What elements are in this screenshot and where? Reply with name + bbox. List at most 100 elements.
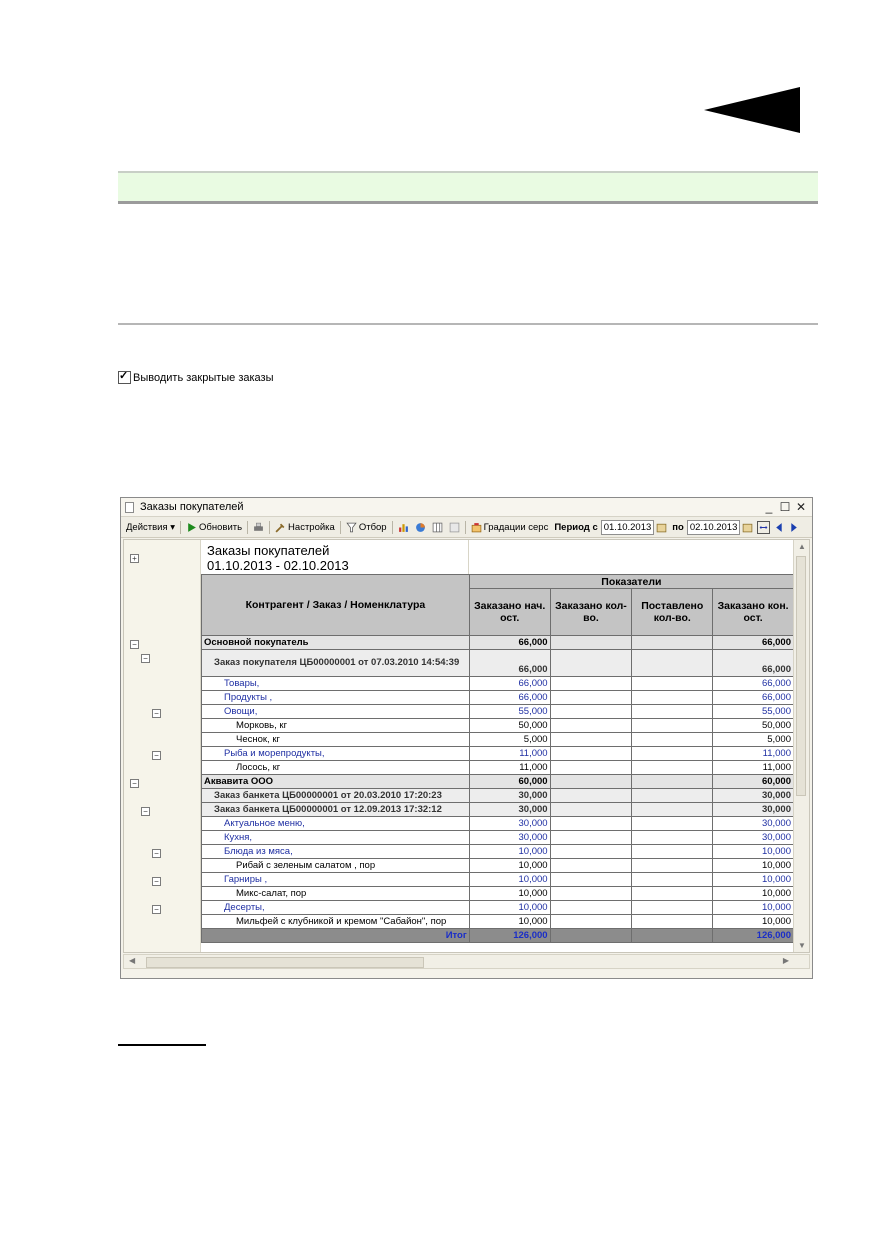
cell-value — [631, 914, 714, 929]
prev-period-icon[interactable] — [774, 522, 785, 533]
close-button[interactable]: ✕ — [794, 500, 808, 514]
filter-button[interactable]: Отбор — [343, 522, 390, 533]
cell-value: 11,000 — [712, 746, 794, 761]
cell-value — [549, 746, 633, 761]
expand-all-icon[interactable]: + — [130, 554, 139, 563]
refresh-button[interactable]: Обновить — [183, 522, 245, 533]
report-period: 01.10.2013 - 02.10.2013 — [207, 558, 349, 573]
collapse-group-icon[interactable]: − — [152, 904, 161, 914]
maximize-button[interactable]: ☐ — [778, 500, 792, 514]
scroll-down-icon[interactable]: ▼ — [798, 941, 806, 950]
row-label: Аквавита ООО — [201, 774, 470, 789]
collapse-group-icon[interactable]: − — [130, 778, 139, 788]
cell-value: 10,000 — [468, 900, 551, 915]
calendar-icon[interactable] — [742, 522, 753, 533]
cell-value: 66,000 — [712, 649, 794, 677]
column-header: Заказано кол-во. — [549, 588, 633, 636]
cell-value: 11,000 — [712, 760, 794, 775]
table-row[interactable]: Продукты , 66,000 66,000 — [201, 690, 794, 705]
toolbar: Действия ▾ Обновить Настройка Отбор Град… — [121, 517, 812, 538]
table-row[interactable]: Кухня, 30,000 30,000 — [201, 830, 794, 845]
cell-value — [549, 830, 633, 845]
toolbar-separator — [180, 520, 182, 534]
cell-value: 10,000 — [468, 872, 551, 887]
print-button[interactable] — [250, 522, 267, 533]
table-row[interactable]: Морковь, кг 50,000 50,000 — [201, 718, 794, 733]
row-label: Товары, — [201, 676, 470, 691]
vertical-scrollbar[interactable]: ▲ ▼ — [793, 540, 809, 952]
back-arrow-icon[interactable] — [704, 87, 800, 133]
collapse-group-icon[interactable]: − — [152, 750, 161, 760]
column-header: Заказано нач. ост. — [468, 588, 551, 636]
cell-value: 10,000 — [712, 914, 794, 929]
closed-orders-checkbox[interactable] — [118, 369, 131, 384]
cell-value: 10,000 — [468, 914, 551, 929]
report-sheet: Заказы покупателей 01.10.2013 - 02.10.20… — [201, 540, 795, 943]
table-row[interactable]: Микс-салат, пор 10,000 10,000 — [201, 886, 794, 901]
scroll-up-icon[interactable]: ▲ — [798, 542, 806, 551]
period-select-icon[interactable] — [757, 520, 771, 534]
collapse-group-icon[interactable]: − — [152, 848, 161, 858]
collapse-group-icon[interactable]: − — [152, 876, 161, 886]
row-label: Рибай с зеленым салатом , пор — [201, 858, 470, 873]
columns-button[interactable] — [429, 522, 446, 533]
cell-value — [549, 788, 633, 803]
table-row[interactable]: Актуальное меню, 30,000 30,000 — [201, 816, 794, 831]
table-row[interactable]: Чеснок, кг 5,000 5,000 — [201, 732, 794, 747]
cell-value: 10,000 — [712, 844, 794, 859]
table-row[interactable]: Заказ банкета ЦБ00000001 от 20.03.2010 1… — [201, 788, 794, 803]
cell-value — [631, 886, 714, 901]
grouping-tree: + − − − − − − − − − — [124, 540, 201, 952]
table-row[interactable]: Овощи, 55,000 55,000 — [201, 704, 794, 719]
panel-button[interactable] — [446, 522, 463, 533]
table-row[interactable]: Рыба и морепродукты, 11,000 11,000 — [201, 746, 794, 761]
cell-value: 66,000 — [468, 635, 551, 650]
cell-value — [549, 802, 633, 817]
collapse-group-icon[interactable]: − — [130, 639, 139, 649]
period-from-label: Период с — [551, 522, 600, 533]
calendar-icon[interactable] — [656, 522, 667, 533]
cell-value: 11,000 — [468, 746, 551, 761]
table-row[interactable]: Заказ покупателя ЦБ00000001 от 07.03.201… — [201, 649, 794, 677]
next-period-icon[interactable] — [788, 522, 799, 533]
vertical-scroll-thumb[interactable] — [796, 556, 806, 796]
table-row[interactable]: Рибай с зеленым салатом , пор 10,000 10,00… — [201, 858, 794, 873]
chart-button[interactable] — [395, 522, 412, 533]
collapse-group-icon[interactable]: − — [141, 653, 150, 663]
table-row[interactable]: Гарниры , 10,000 10,000 — [201, 872, 794, 887]
table-row[interactable]: Мильфей с клубникой и кремом "Сабайон", … — [201, 914, 794, 929]
table-row[interactable]: Десерты, 10,000 10,000 — [201, 900, 794, 915]
bar-chart-icon — [398, 523, 408, 532]
row-label: Мильфей с клубникой и кремом "Сабайон", … — [201, 914, 470, 929]
date-from-field[interactable]: 01.10.2013 — [600, 519, 655, 535]
horizontal-scroll-thumb[interactable] — [146, 957, 424, 968]
table-row[interactable]: Аквавита ООО 60,000 60,000 — [201, 774, 794, 789]
cell-value — [631, 746, 714, 761]
actions-menu[interactable]: Действия ▾ — [123, 522, 178, 533]
cell-value — [549, 718, 633, 733]
minimize-button[interactable]: _ — [762, 500, 776, 514]
cell-value: 10,000 — [712, 858, 794, 873]
scroll-right-icon[interactable]: ▶ — [783, 956, 789, 965]
table-row[interactable]: Товары, 66,000 66,000 — [201, 676, 794, 691]
date-to-field[interactable]: 02.10.2013 — [686, 519, 741, 535]
table-row[interactable]: Заказ банкета ЦБ00000001 от 12.09.2013 1… — [201, 802, 794, 817]
collapse-group-icon[interactable]: − — [141, 806, 150, 816]
collapse-group-icon[interactable]: − — [152, 708, 161, 718]
table-row[interactable]: Лосось, кг 11,000 11,000 — [201, 760, 794, 775]
divider — [118, 323, 818, 325]
row-label: Морковь, кг — [201, 718, 470, 733]
scroll-left-icon[interactable]: ◀ — [129, 956, 135, 965]
report-heading: Заказы покупателей 01.10.2013 - 02.10.20… — [201, 540, 469, 574]
table-row[interactable]: Блюда из мяса, 10,000 10,000 — [201, 844, 794, 859]
closed-orders-option[interactable]: Выводить закрытые заказы — [118, 369, 274, 384]
cell-value — [549, 774, 633, 789]
gradations-button[interactable]: Градации серс — [468, 522, 552, 533]
horizontal-scrollbar[interactable]: ◀ ▶ — [123, 954, 810, 969]
total-label: Итог — [201, 928, 470, 943]
gradations-label: Градации серс — [483, 521, 549, 533]
settings-button[interactable]: Настройка — [272, 522, 338, 533]
cell-value — [631, 635, 714, 650]
pie-chart-button[interactable] — [412, 522, 429, 533]
table-row[interactable]: Основной покупатель 66,000 66,000 — [201, 635, 794, 650]
